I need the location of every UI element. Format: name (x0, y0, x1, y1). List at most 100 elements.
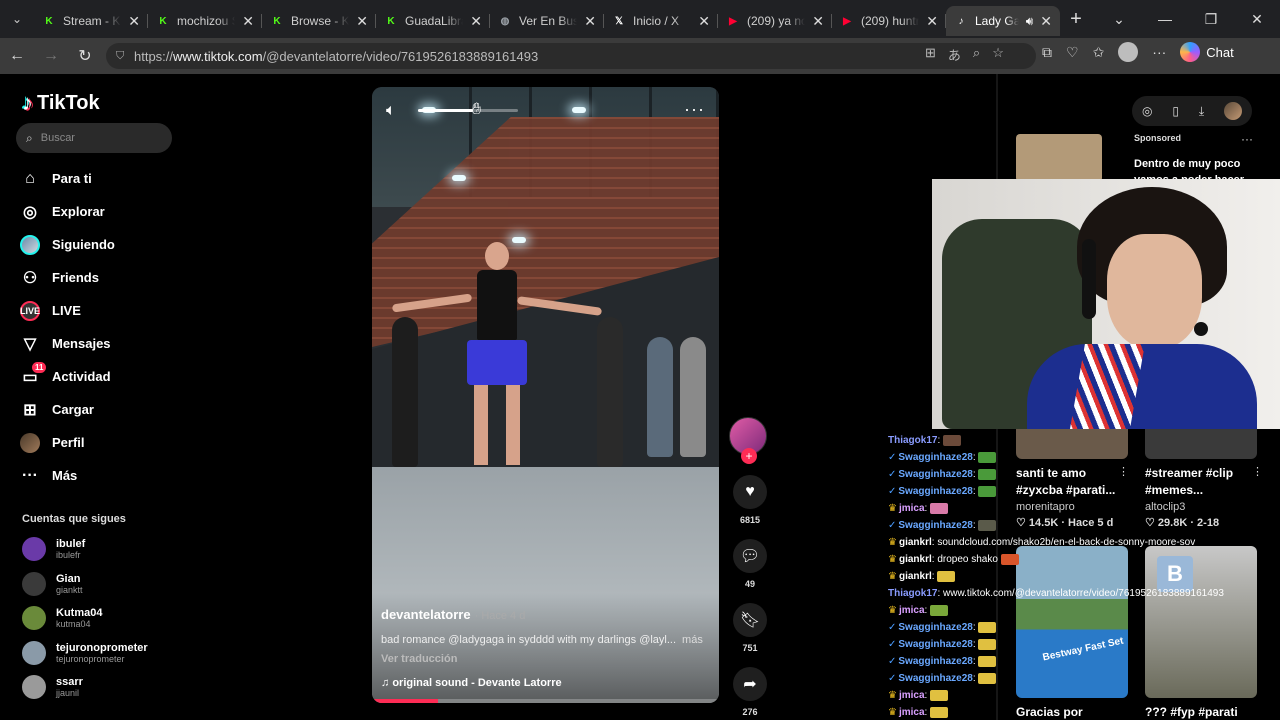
nav-item-siguiendo[interactable]: Siguiendo (20, 228, 115, 261)
chat-username[interactable]: jmica (899, 690, 925, 701)
see-translation-button[interactable]: Ver traducción (381, 653, 457, 665)
chat-username[interactable]: Swagginhaze28 (898, 656, 972, 667)
chat-username[interactable]: Swagginhaze28 (898, 452, 972, 463)
zoom-icon[interactable]: ⌕ (973, 45, 980, 64)
new-tab-plus-icon[interactable]: + (1060, 8, 1092, 31)
close-tab-icon[interactable]: ✕ (812, 13, 824, 30)
phone-icon[interactable]: ▯ (1172, 104, 1179, 118)
chat-username[interactable]: Swagginhaze28 (898, 520, 972, 531)
forward-arrow-icon[interactable]: → (34, 38, 68, 74)
chat-username[interactable]: Swagginhaze28 (898, 622, 972, 633)
coin-icon[interactable]: ◎ (1142, 104, 1152, 118)
sponsored-more-icon[interactable]: ··· (1241, 132, 1253, 146)
tab-list-chevron-icon[interactable]: ⌄ (0, 0, 34, 38)
close-window-icon[interactable]: ✕ (1234, 0, 1280, 38)
favorites-icon[interactable]: ✩ (1093, 44, 1105, 61)
like-action[interactable]: ♥ 6815 (729, 475, 771, 525)
volume-icon[interactable]: 🔈︎ (386, 102, 396, 120)
share-action[interactable]: ➦ 276 (729, 667, 771, 717)
following-account[interactable]: Kutma04 kutma04 (22, 606, 102, 630)
nav-item-live[interactable]: LIVE LIVE (20, 294, 115, 327)
nav-item-actividad[interactable]: ▭ 11 Actividad (20, 360, 115, 393)
browser-tab[interactable]: ▶ (209) huntr ✕ (832, 6, 946, 36)
close-tab-icon[interactable]: ✕ (128, 13, 140, 30)
share-arrow-icon[interactable]: ➦ (733, 667, 767, 701)
chat-username[interactable]: jmica (899, 605, 925, 616)
app-available-icon[interactable]: ⊞ (925, 45, 936, 64)
close-tab-icon[interactable]: ✕ (698, 13, 710, 30)
profile-avatar[interactable] (1118, 42, 1139, 62)
chat-username[interactable]: Swagginhaze28 (898, 469, 972, 480)
caption-more-button[interactable]: más (682, 634, 703, 646)
address-bar[interactable]: ⛉ https://www.tiktok.com/@devantelatorre… (106, 43, 1036, 69)
browser-tab[interactable]: 𝕏 Inicio / X ✕ (604, 6, 718, 36)
favorite-star-icon[interactable]: ☆ (992, 45, 1004, 64)
close-tab-icon[interactable]: ✕ (1040, 13, 1052, 30)
chat-username[interactable]: jmica (899, 707, 925, 718)
creator-avatar[interactable]: + (729, 417, 767, 464)
chat-username[interactable]: giankrl (899, 537, 932, 548)
back-arrow-icon[interactable]: ← (0, 38, 34, 74)
close-tab-icon[interactable]: ✕ (356, 13, 368, 30)
video-progress-bar[interactable] (372, 699, 719, 703)
nav-item-explorar[interactable]: ◎ Explorar (20, 195, 115, 228)
search-input[interactable]: ⌕ Buscar (16, 123, 172, 153)
browser-essentials-icon[interactable]: ♡ (1066, 44, 1079, 61)
nav-item-friends[interactable]: ⚇ Friends (20, 261, 115, 294)
translate-icon[interactable]: あ (948, 45, 961, 64)
site-info-icon[interactable]: ⛉ (116, 50, 134, 63)
extensions-icon[interactable]: ⧉ (1042, 44, 1052, 61)
volume-slider[interactable] (418, 109, 518, 112)
reload-icon[interactable]: ↻ (68, 38, 102, 74)
video-sound[interactable]: ♫ original sound - Devante Latorre (381, 677, 562, 689)
nav-item-m-s[interactable]: ··· Más (20, 459, 115, 492)
tiktok-logo[interactable]: ♪ TikTok (22, 90, 100, 116)
nav-item-perfil[interactable]: Perfil (20, 426, 115, 459)
chat-username[interactable]: Thiagok17 (888, 435, 937, 446)
nav-item-cargar[interactable]: ⊞ Cargar (20, 393, 115, 426)
chat-username[interactable]: giankrl (899, 554, 932, 565)
browser-tab[interactable]: K GuadaLibrar ✕ (376, 6, 490, 36)
bookmark-icon[interactable]: 🔖︎ (733, 603, 767, 637)
chat-username[interactable]: Thiagok17 (888, 588, 937, 599)
comment-action[interactable]: 💬︎ 49 (729, 539, 771, 589)
video-author[interactable]: devantelatorre · Hace 4 d (381, 607, 525, 622)
browser-tab[interactable]: K Stream - Kick ✕ (34, 6, 148, 36)
tab-search-chevron-icon[interactable]: ⌄ (1096, 0, 1142, 38)
following-account[interactable]: Gian gianktt (22, 571, 83, 596)
following-account[interactable]: tejuronoprometer tejuronoprometer (22, 640, 148, 665)
copilot-chat-button[interactable]: Chat (1180, 42, 1234, 62)
browser-tab[interactable]: Kmochizou St ✕ (148, 6, 262, 36)
sponsored-thumbnail[interactable] (1016, 134, 1102, 182)
comment-icon[interactable]: 💬︎ (733, 539, 767, 573)
chat-username[interactable]: Swagginhaze28 (898, 639, 972, 650)
nav-item-para-ti[interactable]: ⌂ Para ti (20, 162, 115, 195)
user-avatar[interactable] (1224, 102, 1243, 120)
chat-username[interactable]: jmica (899, 503, 925, 514)
nav-item-mensajes[interactable]: ▽ Mensajes (20, 327, 115, 360)
following-account[interactable]: ssarr jjaunil (22, 675, 83, 699)
video-player[interactable]: 🔈︎ ✋︎ ··· devantelatorre · Hace 4 d bad r… (372, 87, 719, 703)
grid-more-icon[interactable]: ⋮ (1252, 465, 1263, 478)
maximize-icon[interactable]: ❐ (1188, 0, 1234, 38)
chat-username[interactable]: giankrl (899, 571, 932, 582)
video-more-icon[interactable]: ··· (684, 99, 705, 120)
browser-tab[interactable]: ▶ (209) ya nos ✕ (718, 6, 832, 36)
minimize-icon[interactable]: — (1142, 0, 1188, 38)
heart-icon[interactable]: ♥ (733, 475, 767, 509)
following-account[interactable]: ibulef ibulefr (22, 537, 85, 561)
download-icon[interactable]: ⤓ (1199, 104, 1204, 119)
save-action[interactable]: 🔖︎ 751 (729, 603, 771, 653)
settings-more-icon[interactable]: ··· (1152, 44, 1166, 60)
close-tab-icon[interactable]: ✕ (470, 13, 482, 30)
browser-tab[interactable]: ◍ Ver En Busca ✕ (490, 6, 604, 36)
close-tab-icon[interactable]: ✕ (926, 13, 938, 30)
browser-tab[interactable]: K Browse - Kick ✕ (262, 6, 376, 36)
chat-username[interactable]: Swagginhaze28 (898, 673, 972, 684)
close-tab-icon[interactable]: ✕ (584, 13, 596, 30)
chat-username[interactable]: Swagginhaze28 (898, 486, 972, 497)
follow-plus-icon[interactable]: + (741, 448, 757, 464)
browser-tab[interactable]: ♪ Lady Ga 🔊︎ ✕ (946, 6, 1060, 36)
speaker-icon[interactable]: 🔊︎ (1026, 14, 1034, 29)
close-tab-icon[interactable]: ✕ (242, 13, 254, 30)
